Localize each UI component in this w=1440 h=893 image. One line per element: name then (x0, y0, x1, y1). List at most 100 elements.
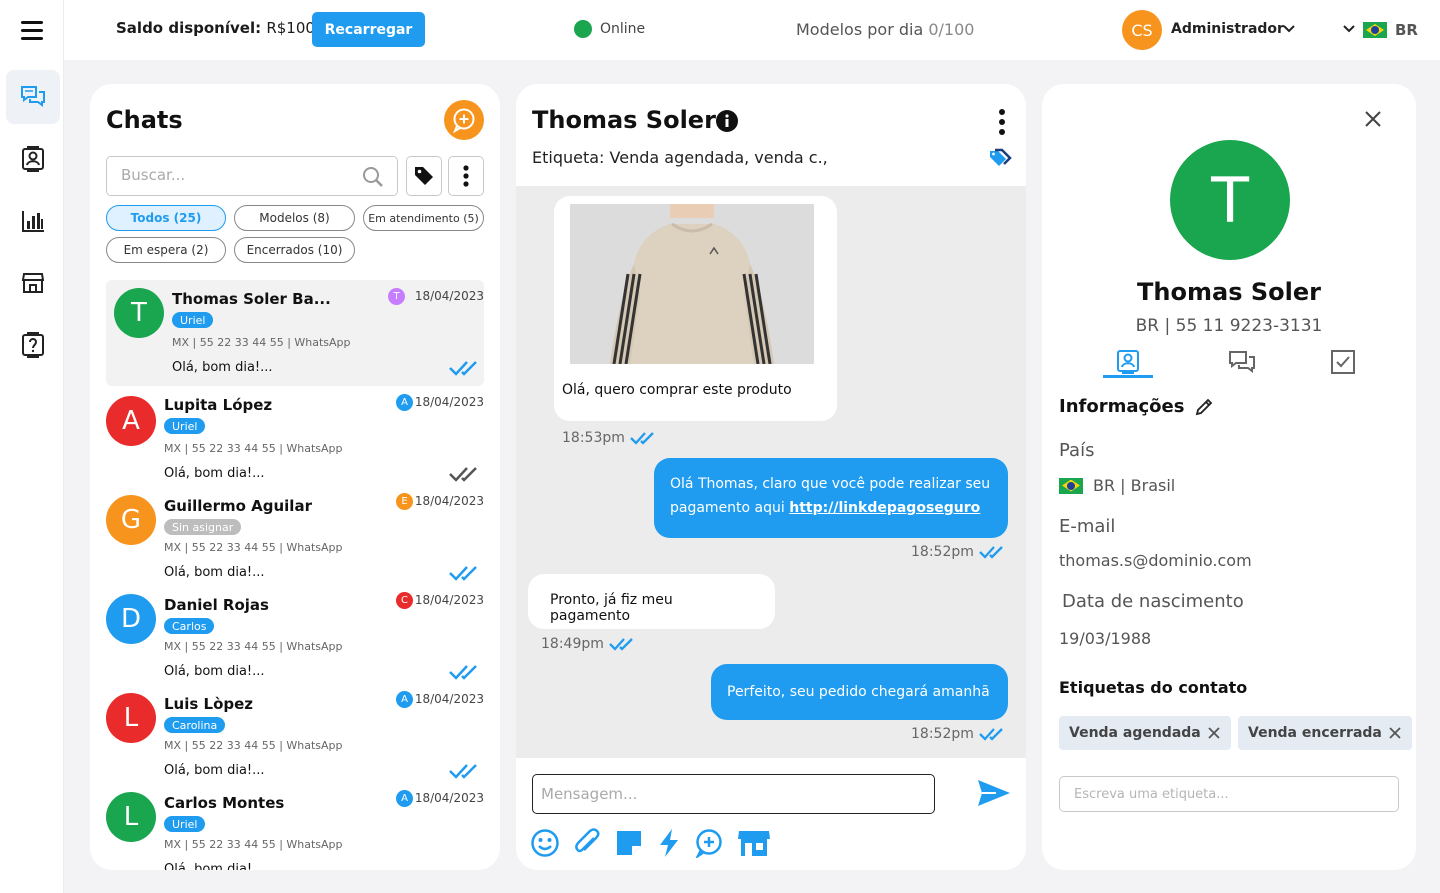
language-label[interactable]: BR (1395, 21, 1418, 39)
tab-contact-tasks[interactable] (1318, 346, 1368, 378)
read-checkmarks-icon (449, 361, 477, 376)
agent-badge: A (396, 790, 413, 807)
chat-last-message: Olá, bom dia!... (164, 664, 265, 679)
chat-list-item[interactable]: G Guillermo Aguilar Sin asignar MX | 55 … (106, 485, 484, 584)
contact-avatar: A (106, 396, 156, 446)
online-status-label[interactable]: Online (600, 21, 645, 37)
chat-contact-meta: MX | 55 22 33 44 55 | WhatsApp (164, 739, 343, 752)
outgoing-message-bubble: Perfeito, seu pedido chegará amanhã (711, 664, 1008, 720)
incoming-message-bubble: Olá, quero comprar este produto (554, 196, 837, 421)
chat-list-item[interactable]: L Luis Lòpez Carolina MX | 55 22 33 44 5… (106, 683, 484, 782)
chat-last-message: Olá, bom dia!... (164, 862, 265, 870)
filter-chip-todos[interactable]: Todos (25) (106, 205, 226, 231)
contact-tag-label: Venda agendada (1069, 725, 1201, 741)
brazil-flag-icon[interactable] (1363, 22, 1387, 38)
more-options-button[interactable] (448, 156, 484, 196)
chat-contact-name: Daniel Rojas (164, 596, 269, 614)
tab-contact-info[interactable] (1103, 346, 1153, 378)
tab-contact-chats[interactable] (1217, 346, 1267, 378)
admin-avatar[interactable]: CS (1122, 10, 1162, 50)
message-input[interactable] (532, 774, 935, 814)
chat-contact-meta: MX | 55 22 33 44 55 | WhatsApp (172, 336, 351, 349)
info-icon[interactable] (716, 110, 738, 132)
store-icon[interactable] (736, 828, 772, 858)
chat-list-item[interactable]: T Thomas Soler Ba... Uriel MX | 55 22 33… (106, 280, 484, 386)
agent-tag: Sin asignar (164, 519, 242, 535)
menu-icon[interactable] (0, 0, 64, 60)
rail-item-contacts[interactable] (6, 132, 60, 186)
agent-badge: E (396, 493, 413, 510)
contact-details-panel: T Thomas Soler BR | 55 11 9223-3131 Info… (1042, 84, 1416, 870)
contact-avatar-large: T (1170, 140, 1290, 260)
attachment-icon[interactable] (572, 828, 602, 858)
agent-badge: C (396, 592, 413, 609)
recharge-button[interactable]: Recarregar (312, 12, 425, 47)
contact-card-icon (1117, 349, 1139, 374)
tag-filter-button[interactable] (406, 156, 442, 196)
product-image[interactable] (570, 204, 814, 364)
remove-tag-icon[interactable] (1388, 726, 1402, 740)
contact-phone: BR | 55 11 9223-3131 (1135, 316, 1323, 336)
chat-icon (21, 86, 45, 107)
send-icon[interactable] (976, 778, 1012, 808)
chat-list-item[interactable]: D Daniel Rojas Carlos MX | 55 22 33 44 5… (106, 584, 484, 683)
edit-pencil-icon[interactable] (1194, 397, 1214, 417)
chat-date: 18/04/2023 (414, 791, 484, 805)
chat-contact-meta: MX | 55 22 33 44 55 | WhatsApp (164, 442, 343, 455)
contact-avatar: D (106, 594, 156, 644)
chat-contact-name: Carlos Montes (164, 794, 285, 812)
contact-avatar: L (106, 792, 156, 842)
chats-panel: Chats Todos (25) Modelos (8) Em atendime… (90, 84, 500, 870)
info-section-header: Informações (1059, 396, 1214, 417)
checkbox-icon (1331, 350, 1355, 374)
brazil-flag-icon (1059, 477, 1083, 494)
template-note-icon[interactable] (614, 828, 644, 858)
new-chat-button[interactable] (444, 100, 484, 140)
admin-menu-label[interactable]: Administrador (1171, 21, 1284, 37)
close-icon[interactable] (1362, 108, 1384, 130)
filter-chip-modelos[interactable]: Modelos (8) (234, 205, 355, 231)
chart-icon (22, 211, 44, 232)
incoming-message-text: Olá, quero comprar este produto (562, 382, 792, 398)
rail-item-reports[interactable] (6, 194, 60, 248)
chevron-down-icon[interactable] (1342, 22, 1356, 36)
filter-chip-em-atendimento[interactable]: Em atendimento (5) (363, 205, 484, 231)
rail-item-chats[interactable] (6, 70, 60, 124)
balance-value: R$100 (266, 19, 315, 37)
quick-reply-bolt-icon[interactable] (656, 828, 682, 858)
contact-tag: Venda encerrada (1238, 716, 1412, 750)
message-time: 18:53pm (562, 430, 659, 446)
search-input[interactable] (107, 157, 347, 193)
read-checkmarks-icon (449, 566, 477, 581)
kebab-menu-icon[interactable] (998, 108, 1006, 136)
agent-tag: Carolina (164, 717, 226, 733)
search-icon[interactable] (361, 165, 385, 189)
tags-icon[interactable] (988, 148, 1012, 168)
top-bar: Saldo disponível: R$100 Recarregar Onlin… (0, 0, 1440, 60)
contact-tag-label: Venda encerrada (1248, 725, 1382, 741)
conversation-panel: Thomas Soler Etiqueta: Venda agendada, v… (516, 84, 1026, 870)
country-label: País (1059, 440, 1095, 461)
rail-item-help[interactable] (6, 318, 60, 372)
incoming-message-bubble: Pronto, já fiz meu pagamento (528, 574, 775, 629)
filter-chip-encerrados[interactable]: Encerrados (10) (234, 237, 355, 263)
search-box (106, 156, 398, 196)
models-per-day-count: 0/100 (928, 20, 975, 39)
new-tag-input[interactable] (1059, 776, 1399, 812)
emoji-icon[interactable] (530, 828, 560, 858)
chat-last-message: Olá, bom dia!... (172, 360, 273, 375)
message-time: 18:49pm (541, 636, 638, 652)
payment-link[interactable]: http://linkdepagoseguro (789, 500, 980, 516)
rail-item-store[interactable] (6, 256, 60, 310)
outgoing-message-bubble: Olá Thomas, claro que você pode realizar… (654, 458, 1008, 538)
chat-last-message: Olá, bom dia!... (164, 565, 265, 580)
agent-tag: Uriel (172, 312, 214, 328)
chevron-down-icon[interactable] (1282, 22, 1296, 36)
remove-tag-icon[interactable] (1207, 726, 1221, 740)
chat-list-item[interactable]: A Lupita López Uriel MX | 55 22 33 44 55… (106, 386, 484, 485)
chat-list-item[interactable]: L Carlos Montes Uriel MX | 55 22 33 44 5… (106, 782, 484, 870)
filter-chip-em-espera[interactable]: Em espera (2) (106, 237, 226, 263)
add-chat-icon (453, 108, 475, 133)
add-chat-icon[interactable] (694, 828, 724, 858)
chat-date: 18/04/2023 (414, 494, 484, 508)
